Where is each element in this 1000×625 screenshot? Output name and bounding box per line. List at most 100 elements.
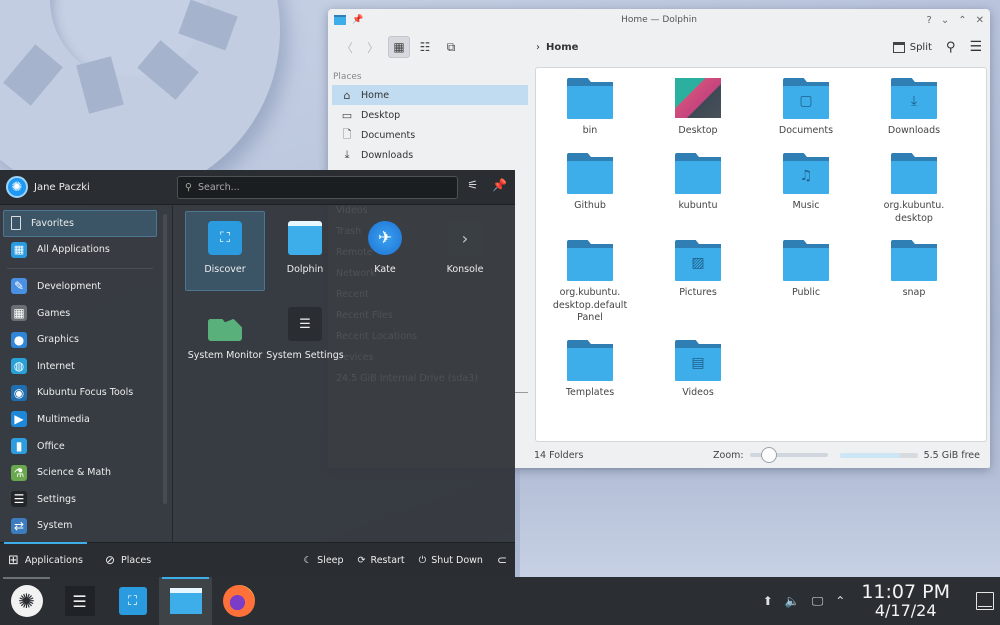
category-scrollbar[interactable] [163, 214, 167, 504]
folder-label: kubuntu [678, 200, 718, 211]
forward-button[interactable]: 〉 [362, 36, 384, 58]
category-system[interactable]: ⇄ System [3, 513, 157, 540]
ghost-place-item: Network [336, 268, 376, 279]
category-graphics[interactable]: ● Graphics [3, 326, 157, 353]
category-internet[interactable]: ◍ Internet [3, 353, 157, 380]
folder-item[interactable]: bin [536, 78, 644, 153]
category-development[interactable]: ✎ Development [3, 273, 157, 300]
folder-label: Videos [682, 387, 714, 398]
power-icon: ⏻ [418, 554, 427, 566]
dolphin-places-behind-launcher: Videos Trash Remote Network Recent Recent Fil… [328, 205, 515, 394]
science-math-icon: ⚗ [11, 464, 27, 481]
folder-item[interactable]: ♫ Music [752, 153, 860, 240]
folder-item[interactable]: ⤓ Downloads [860, 78, 968, 153]
breadcrumb[interactable]: › Home [536, 42, 578, 53]
folder-item[interactable]: ▢ Documents [752, 78, 860, 153]
split-button[interactable]: Split [892, 41, 932, 53]
sleep-button[interactable]: ☾ Sleep [304, 555, 344, 566]
category-favorites[interactable]: Favorites [3, 210, 157, 237]
category-all-applications[interactable]: ▦ All Applications [3, 237, 157, 264]
category-kubuntu-focus-tools[interactable]: ◉ Kubuntu Focus Tools [3, 380, 157, 407]
updates-icon[interactable]: ⬆ [763, 594, 773, 608]
folder-item[interactable]: Public [752, 240, 860, 340]
downloads-icon: ⤓ [344, 148, 350, 161]
category-office[interactable]: ▮ Office [3, 433, 157, 460]
taskbar: ✺ ☰ ⛶ ⬆ 🔈 🖵 ⌃ 11:07 PM 4/17/24 [0, 577, 1000, 625]
minimize-button[interactable]: ⌄ [941, 15, 949, 26]
taskbar-discover[interactable]: ⛶ [106, 577, 159, 625]
taskbar-dolphin[interactable] [159, 577, 212, 625]
configure-icon[interactable]: ⚟ [467, 178, 478, 192]
folder-label: org.kubuntu. desktop.default Panel [552, 287, 628, 323]
taskbar-system-settings[interactable]: ☰ [53, 577, 106, 625]
chevron-up-icon[interactable]: ⌃ [835, 594, 845, 608]
zoom-slider-handle[interactable] [761, 447, 778, 463]
folder-emblem-icon: ▤ [691, 355, 705, 371]
zoom-slider[interactable] [749, 447, 828, 463]
places-item-home[interactable]: ⌂ Home [332, 85, 528, 105]
category-multimedia[interactable]: ▶ Multimedia [3, 406, 157, 433]
folder-icon [567, 340, 613, 382]
shutdown-button[interactable]: ⏻ Shut Down [419, 555, 483, 566]
bookmark-icon [11, 216, 21, 231]
pin-icon[interactable]: 📌 [352, 15, 363, 25]
hamburger-menu-icon[interactable]: ☰ [969, 39, 982, 55]
folder-icon [783, 240, 829, 282]
dolphin-icon [169, 588, 202, 614]
app-discover[interactable]: ⛶ Discover [185, 211, 265, 291]
places-header: Places [333, 72, 362, 82]
places-item-desktop[interactable]: ▭ Desktop [332, 105, 528, 125]
system-settings-icon: ☰ [64, 586, 95, 616]
restart-button[interactable]: ⟳ Restart [358, 555, 405, 566]
category-games[interactable]: ▦ Games [3, 300, 157, 327]
folder-label: bin [582, 125, 598, 136]
avatar[interactable]: ✺ [6, 176, 28, 198]
title-bar[interactable]: 📌 Home — Dolphin ? ⌄ ⌃ ✕ [328, 9, 990, 31]
clock-time: 11:07 PM [861, 581, 950, 603]
category-settings[interactable]: ☰ Settings [3, 486, 157, 513]
system-monitor-icon [208, 312, 242, 341]
details-view-button[interactable]: ⧉ [440, 36, 462, 58]
folder-item[interactable]: ▨ Pictures [644, 240, 752, 340]
breadcrumb-home[interactable]: Home [546, 42, 578, 53]
help-button[interactable]: ? [927, 15, 932, 26]
restart-icon: ⟳ [357, 554, 366, 566]
discover-icon: ⛶ [208, 221, 242, 255]
show-desktop-button[interactable] [976, 592, 994, 610]
tab-places[interactable]: ⊘ Places [105, 543, 151, 577]
search-icon: ⚲ [185, 182, 192, 193]
tab-applications[interactable]: ⊞ Applications [4, 542, 87, 577]
folder-item[interactable]: kubuntu [644, 153, 752, 240]
folder-item[interactable]: ▤ Videos [644, 340, 752, 415]
folder-item[interactable]: Desktop [644, 78, 752, 153]
system-settings-icon: ☰ [288, 307, 322, 341]
folder-emblem-icon: ▨ [691, 255, 705, 271]
chevron-left-icon: 〈 [340, 40, 353, 55]
maximize-button[interactable]: ⌃ [958, 15, 966, 26]
places-item-downloads[interactable]: ⤓ Downloads [332, 145, 528, 165]
folder-item[interactable]: org.kubuntu. desktop [860, 153, 968, 240]
folder-item[interactable]: Github [536, 153, 644, 240]
places-item-documents[interactable]: 🗋 Documents [332, 125, 528, 145]
leave-options-icon[interactable]: ⊂ [497, 553, 507, 567]
category-science-math[interactable]: ⚗ Science & Math [3, 459, 157, 486]
search-icon[interactable]: ⚲ [946, 40, 956, 55]
folder-item[interactable]: Templates [536, 340, 644, 415]
taskbar-app-launcher[interactable]: ✺ [0, 577, 53, 625]
icons-view-button[interactable]: ▦ [388, 36, 410, 58]
file-view[interactable]: bin Desktop ▢ Documents ⤓ Downloads Github kubu… [535, 67, 987, 442]
digital-clock[interactable]: 11:07 PM 4/17/24 [861, 583, 950, 619]
pin-icon[interactable]: 📌 [492, 178, 507, 192]
system-icon: ⇄ [11, 517, 27, 534]
taskbar-firefox[interactable] [212, 577, 265, 625]
search-input[interactable]: ⚲ Search... [177, 176, 458, 199]
app-system-monitor[interactable]: System Monitor [185, 297, 265, 377]
network-icon[interactable]: 🖵 [812, 594, 824, 609]
folder-item[interactable]: snap [860, 240, 968, 340]
back-button[interactable]: 〈 [336, 36, 358, 58]
close-button[interactable]: ✕ [976, 15, 984, 26]
compact-view-button[interactable]: ☷ [414, 36, 436, 58]
folder-app-icon [334, 15, 346, 25]
volume-icon[interactable]: 🔈 [785, 594, 800, 608]
folder-item[interactable]: org.kubuntu. desktop.default Panel [536, 240, 644, 340]
